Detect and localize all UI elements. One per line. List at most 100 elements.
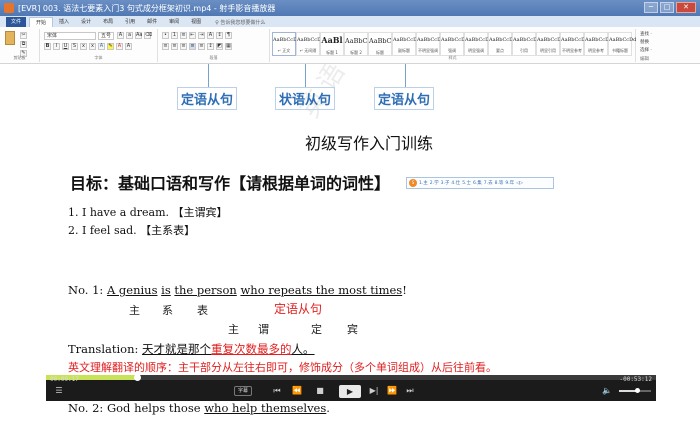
style-heading-2[interactable]: AaBbC 标题 2	[344, 32, 368, 56]
document-page[interactable]: 英语语法速成秘籍 定语从句 状语从句 定语从句 初级写作入门训练 目标：基础口语…	[0, 64, 700, 428]
increase-indent-icon[interactable]: ⇥	[198, 32, 205, 39]
playlist-icon[interactable]: ☰	[52, 385, 66, 397]
superscript-icon[interactable]: x	[89, 43, 96, 50]
align-right-icon[interactable]: ≡	[180, 43, 187, 50]
italic-icon[interactable]: I	[53, 43, 60, 50]
ime-candidate[interactable]: 4.仕	[451, 180, 460, 186]
ime-candidate[interactable]: 9.年	[505, 180, 514, 186]
player-button-bar: ☰ 字幕 ⏮ ⏪ ■ ▶ ▶| ⏩ ⏭ 🔈	[46, 382, 656, 401]
replace-button[interactable]: 替换	[640, 39, 649, 45]
highlight-icon[interactable]: ✎	[107, 43, 114, 50]
subscript-icon[interactable]: x	[80, 43, 87, 50]
borders-icon[interactable]: ▦	[225, 43, 232, 50]
ime-candidate[interactable]: 5.士	[462, 180, 471, 186]
align-left-icon[interactable]: ≡	[162, 43, 169, 50]
align-center-icon[interactable]: ≡	[171, 43, 178, 50]
maximize-button[interactable]: □	[660, 2, 674, 13]
style-subtle-reference[interactable]: AaBbCcDd 不明显参考	[560, 32, 588, 56]
volume-slider[interactable]	[619, 388, 651, 393]
ime-page-arrows[interactable]: ◁▷	[516, 181, 523, 186]
bullets-icon[interactable]: •	[162, 32, 169, 39]
style-no-spacing[interactable]: AaBbCcDd ↵ 无间隔	[296, 32, 324, 56]
style-emphasis[interactable]: AaBbCcDd 强调	[440, 32, 468, 56]
cut-icon[interactable]: ✂	[20, 32, 27, 39]
distributed-icon[interactable]: ≡	[198, 43, 205, 50]
show-marks-icon[interactable]: ¶	[225, 32, 232, 39]
rewind-icon[interactable]: ⏪	[291, 385, 303, 397]
volume-icon[interactable]: 🔈	[601, 385, 613, 397]
tab-design[interactable]: 设计	[75, 17, 97, 27]
shrink-font-icon[interactable]: a	[126, 32, 133, 39]
font-size-select[interactable]: 五号	[98, 32, 114, 40]
ime-candidate[interactable]: 2.学	[430, 180, 439, 186]
ime-candidate[interactable]: 6.集	[473, 180, 482, 186]
multilevel-list-icon[interactable]: ≡	[180, 32, 187, 39]
ime-candidate[interactable]: 7.去	[484, 180, 493, 186]
styles-group: AaBbCcDd ↵ 正文 AaBbCcDd ↵ 无间隔 AaBl 标题 1 AaBb…	[270, 29, 636, 62]
paste-icon[interactable]	[5, 31, 15, 45]
decrease-indent-icon[interactable]: ⇤	[189, 32, 196, 39]
frame-step-icon[interactable]: ▶|	[368, 385, 380, 397]
chinese-layout-icon[interactable]: A	[207, 32, 214, 39]
clear-format-icon[interactable]: ⌫	[144, 32, 152, 39]
strikethrough-icon[interactable]: S	[71, 43, 78, 50]
shading-icon[interactable]: ◩	[216, 43, 223, 50]
stop-icon[interactable]: ■	[314, 385, 326, 397]
close-button[interactable]: ✕	[676, 2, 696, 13]
bold-icon[interactable]: B	[44, 43, 51, 50]
char-shading-icon[interactable]: A	[125, 43, 132, 50]
select-button[interactable]: 选择 ·	[640, 47, 652, 53]
change-case-icon[interactable]: Aa	[135, 32, 142, 39]
ime-candidate[interactable]: 1.主	[419, 180, 428, 186]
style-heading-1[interactable]: AaBl 标题 1	[320, 32, 344, 56]
no1-sentence: No. 1: A genius is the person who repeat…	[68, 283, 407, 297]
tab-layout[interactable]: 布局	[97, 17, 119, 27]
play-button[interactable]: ▶	[339, 385, 361, 398]
tab-view[interactable]: 视图	[185, 17, 207, 27]
tell-me-box[interactable]: ♀ 告诉我您想要做什么	[207, 18, 273, 27]
subtitle-button[interactable]: 字幕	[234, 386, 252, 396]
style-book-title[interactable]: AaBbCcDd 书籍标题	[608, 32, 636, 56]
underline-icon[interactable]: U	[62, 43, 69, 50]
text-effects-icon[interactable]: A	[98, 43, 105, 50]
progress-knob[interactable]	[133, 374, 141, 381]
callout-line	[305, 64, 306, 87]
volume-knob[interactable]	[634, 388, 640, 393]
styles-group-label: 样式	[448, 55, 457, 60]
tab-references[interactable]: 引用	[119, 17, 141, 27]
fast-forward-icon[interactable]: ⏩	[386, 385, 398, 397]
tab-home[interactable]: 开始	[29, 17, 54, 27]
style-intense-reference[interactable]: AaBbCcDd 明显参考	[584, 32, 612, 56]
grow-font-icon[interactable]: A	[117, 32, 124, 39]
style-quote[interactable]: AaBbCcDd 引用	[512, 32, 540, 56]
style-intense-emphasis[interactable]: AaBbCcDd 明显强调	[464, 32, 492, 56]
ime-candidate[interactable]: 8.等	[495, 180, 504, 186]
font-name-select[interactable]: 宋体	[44, 32, 96, 40]
no1-sub-role: 定	[311, 323, 322, 336]
style-subtle-emphasis[interactable]: AaBbCcDd 不明显强调	[416, 32, 444, 56]
no2-clause: who help themselves	[204, 401, 327, 415]
tab-mailings[interactable]: 邮件	[141, 17, 163, 27]
sort-icon[interactable]: ↕	[216, 32, 223, 39]
line-spacing-icon[interactable]: ↕	[207, 43, 214, 50]
style-title[interactable]: AaBbC 标题	[368, 32, 392, 56]
find-button[interactable]: 查找 ·	[640, 31, 652, 37]
font-color-icon[interactable]: A	[116, 43, 123, 50]
window-title: [EVR] 003. 语法七要素入门3 句式成分框架初识.mp4 - 射手影音播…	[18, 3, 276, 13]
style-intense-quote[interactable]: AaBbCcDd 明显引用	[536, 32, 564, 56]
justify-icon[interactable]: ≡	[189, 43, 196, 50]
tab-file[interactable]: 文件	[6, 17, 27, 27]
volume-fill	[619, 390, 637, 392]
tab-insert[interactable]: 插入	[53, 17, 75, 27]
style-subtitle[interactable]: AaBbCcD 副标题	[392, 32, 417, 56]
style-normal[interactable]: AaBbCcDd ↵ 正文	[272, 32, 300, 56]
copy-icon[interactable]: ⧉	[20, 41, 27, 48]
next-icon[interactable]: ⏭	[404, 385, 416, 397]
numbering-icon[interactable]: 1	[171, 32, 178, 39]
style-strong[interactable]: AaBbCcDd 要点	[488, 32, 516, 56]
tab-review[interactable]: 审阅	[163, 17, 185, 27]
previous-icon[interactable]: ⏮	[271, 385, 283, 397]
progress-bar[interactable]	[46, 374, 656, 381]
ime-candidate[interactable]: 3.子	[441, 180, 450, 186]
minimize-button[interactable]: ─	[644, 2, 658, 13]
